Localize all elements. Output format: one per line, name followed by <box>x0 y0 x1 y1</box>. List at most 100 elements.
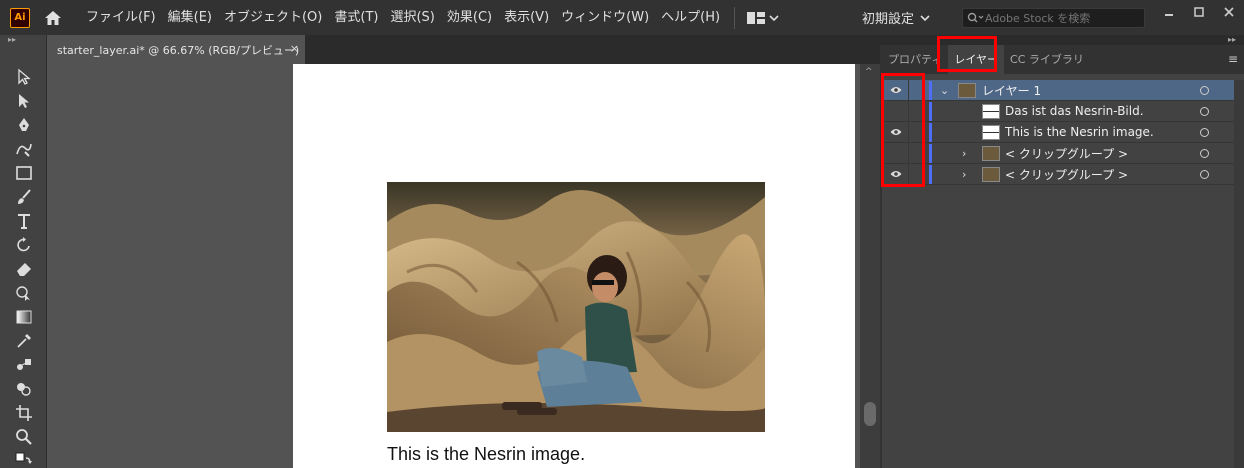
menu-edit[interactable]: 編集(E) <box>162 0 218 35</box>
pen-icon <box>18 118 29 131</box>
tab-cc-libraries[interactable]: CC ライブラリ <box>1004 45 1090 74</box>
layer-row-this-is[interactable]: This is the Nesrin image. <box>882 121 1234 143</box>
canvas-area[interactable]: This is the Nesrin image. <box>47 64 860 468</box>
puppet-warp-tool[interactable] <box>0 281 47 305</box>
eyedropper-icon <box>16 334 31 348</box>
blend-icon <box>16 359 31 370</box>
panel-menu-icon[interactable]: ≡ <box>1228 52 1238 66</box>
clip-group-thumbnail <box>982 167 1000 182</box>
layer-name[interactable]: レイヤー 1 <box>982 82 1041 99</box>
main-menu: ファイル(F) 編集(E) オブジェクト(O) 書式(T) 選択(S) 効果(C… <box>80 0 726 35</box>
gradient-tool[interactable] <box>0 305 47 329</box>
artboard[interactable]: This is the Nesrin image. <box>293 64 855 468</box>
text-thumbnail <box>982 125 1000 140</box>
layer-row-clip-group-1[interactable]: › < クリップグループ > <box>882 142 1234 164</box>
document-tab[interactable]: starter_layer.ai* @ 66.67% (RGB/プレビュー) × <box>47 35 305 64</box>
target-circle-icon[interactable] <box>1200 127 1209 137</box>
arrange-documents-button[interactable] <box>747 11 779 24</box>
minimize-icon <box>1165 14 1173 16</box>
layer-row-das-ist[interactable]: Das ist das Nesrin-Bild. <box>882 100 1234 122</box>
scroll-thumb[interactable] <box>864 402 876 426</box>
minimize-button[interactable] <box>1154 0 1184 24</box>
highlight-box-layers-tab <box>937 36 997 72</box>
curvature-pen-icon <box>15 143 32 157</box>
arrange-documents-icon <box>747 11 766 24</box>
workspace-preset-dropdown[interactable]: 初期設定 <box>862 0 930 35</box>
window-controls <box>1154 0 1244 24</box>
home-icon[interactable] <box>40 5 66 31</box>
illustrator-logo: Ai <box>10 7 30 28</box>
panel-collapse-grip-icon[interactable]: ▸▸ <box>880 35 1244 45</box>
layers-list: ⌄ レイヤー 1 Das ist das Nesrin-Bild. This i… <box>882 79 1234 185</box>
type-tool[interactable] <box>0 209 47 233</box>
layer-name[interactable]: Das ist das Nesrin-Bild. <box>1005 104 1144 118</box>
document-tab-title: starter_layer.ai* @ 66.67% (RGB/プレビュー) <box>57 43 300 57</box>
layer-name[interactable]: This is the Nesrin image. <box>1005 125 1154 139</box>
menu-divider <box>734 6 736 29</box>
menu-object[interactable]: オブジェクト(O) <box>218 0 328 35</box>
image-caption[interactable]: This is the Nesrin image. <box>387 444 585 465</box>
layers-panel: プロパティ レイヤー CC ライブラリ ≡ ⌄ レイヤー 1 Das ist d… <box>882 45 1244 468</box>
target-circle-icon[interactable] <box>1200 85 1209 95</box>
eyedropper-tool[interactable] <box>0 329 47 353</box>
paintbrush-icon <box>17 189 31 204</box>
canvas-vertical-scrollbar[interactable]: ^ <box>860 64 880 468</box>
close-icon <box>1224 7 1234 17</box>
eraser-icon <box>16 263 31 276</box>
gradient-icon <box>16 310 31 324</box>
paintbrush-tool[interactable] <box>0 185 47 209</box>
eraser-tool[interactable] <box>0 257 47 281</box>
maximize-button[interactable] <box>1184 0 1214 24</box>
layer-name[interactable]: < クリップグループ > <box>1005 166 1128 183</box>
layer-thumbnail <box>958 83 976 98</box>
collapse-grip-icon[interactable]: ▸▸ <box>0 35 46 45</box>
layer-row-layer-1[interactable]: ⌄ レイヤー 1 <box>882 79 1234 101</box>
target-circle-icon[interactable] <box>1200 169 1209 179</box>
highlight-box-visibility-column <box>881 73 925 187</box>
menu-file[interactable]: ファイル(F) <box>80 0 162 35</box>
chevron-down-icon[interactable]: ⌄ <box>940 84 949 97</box>
pen-tool[interactable] <box>0 113 47 137</box>
search-icon <box>967 12 984 23</box>
rotate-tool[interactable] <box>0 233 47 257</box>
shape-builder-tool[interactable] <box>0 377 47 401</box>
chevron-right-icon[interactable]: › <box>962 168 966 181</box>
menu-type[interactable]: 書式(T) <box>328 0 384 35</box>
document-tab-bar: starter_layer.ai* @ 66.67% (RGB/プレビュー) × <box>47 35 880 64</box>
layer-row-clip-group-2[interactable]: › < クリップグループ > <box>882 163 1234 185</box>
workspace-preset-label: 初期設定 <box>862 12 915 27</box>
target-circle-icon[interactable] <box>1200 148 1209 158</box>
menu-effect[interactable]: 効果(C) <box>441 0 498 35</box>
type-icon <box>17 214 30 229</box>
direct-selection-arrow-icon <box>18 94 29 108</box>
zoom-icon <box>15 429 32 445</box>
close-window-button[interactable] <box>1214 0 1244 24</box>
stock-search-input[interactable] <box>985 11 1125 25</box>
close-document-button[interactable]: × <box>290 42 299 55</box>
nesrin-photo[interactable] <box>387 182 765 432</box>
zoom-tool[interactable] <box>0 425 47 449</box>
blend-tool[interactable] <box>0 353 47 377</box>
adobe-stock-search[interactable] <box>962 8 1145 28</box>
chevron-right-icon[interactable]: › <box>962 147 966 160</box>
rectangle-tool[interactable] <box>0 161 47 185</box>
artboard-tool[interactable] <box>0 401 47 425</box>
desert-photo-image <box>387 182 765 432</box>
curvature-tool[interactable] <box>0 137 47 161</box>
layer-name[interactable]: < クリップグループ > <box>1005 145 1128 162</box>
target-circle-icon[interactable] <box>1200 106 1209 116</box>
scroll-up-icon[interactable]: ^ <box>865 67 873 77</box>
layer-color-bar <box>929 81 932 100</box>
layer-color-bar <box>929 165 932 184</box>
direct-selection-tool[interactable] <box>0 89 47 113</box>
menu-window[interactable]: ウィンドウ(W) <box>555 0 655 35</box>
text-thumbnail <box>982 104 1000 119</box>
menu-select[interactable]: 選択(S) <box>384 0 440 35</box>
menu-view[interactable]: 表示(V) <box>498 0 555 35</box>
panel-scrollbar[interactable] <box>1234 80 1244 468</box>
layer-color-bar <box>929 144 932 163</box>
fill-stroke-swap[interactable] <box>0 449 47 468</box>
menu-help[interactable]: ヘルプ(H) <box>655 0 726 35</box>
layer-color-bar <box>929 123 932 142</box>
selection-tool[interactable] <box>0 65 47 89</box>
